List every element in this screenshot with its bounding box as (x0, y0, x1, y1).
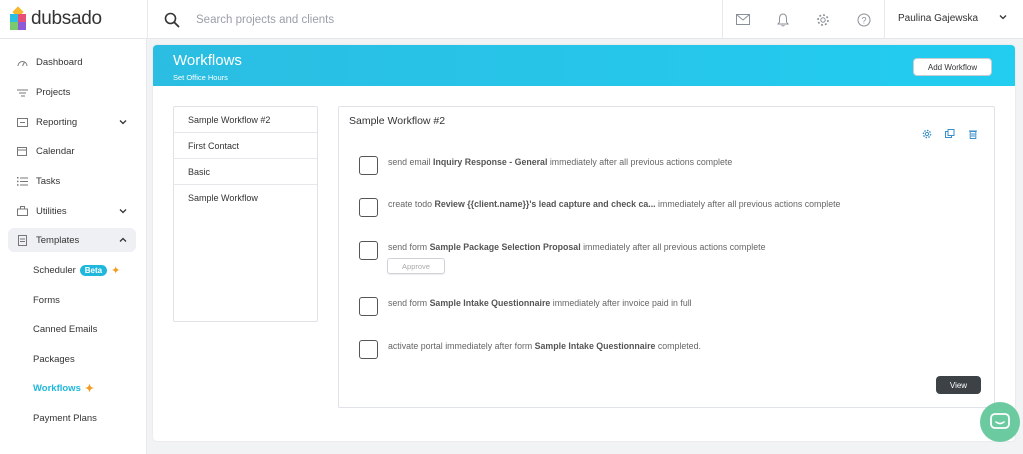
action-checkbox[interactable] (359, 241, 378, 260)
action-checkbox[interactable] (359, 297, 378, 316)
sidebar-subitem-label: Workflows (33, 382, 81, 394)
chevron-up-icon (119, 237, 127, 242)
utilities-icon (16, 205, 28, 217)
logo[interactable]: dubsado (10, 6, 102, 31)
sidebar-item-projects[interactable]: Projects (8, 80, 136, 104)
chevron-down-icon (119, 120, 127, 125)
page-title: Workflows (173, 52, 242, 69)
search-icon (164, 12, 180, 27)
sidebar-subitem-canned-emails[interactable]: Canned Emails (33, 321, 97, 337)
sidebar: Dashboard Projects Reporting Calendar Ta… (0, 39, 147, 454)
search-bar[interactable]: Search projects and clients (147, 0, 722, 39)
sparkle-icon: ✦ (111, 264, 121, 277)
reporting-icon (16, 116, 28, 128)
search-input[interactable]: Search projects and clients (196, 14, 334, 26)
workflow-list-item[interactable]: First Contact (174, 133, 317, 159)
action-text: send form Sample Intake Questionnaire im… (388, 298, 692, 308)
dashboard-icon (16, 56, 28, 68)
sidebar-item-label: Utilities (36, 205, 67, 217)
workflow-list-item[interactable]: Basic (174, 159, 317, 185)
duplicate-icon[interactable] (945, 129, 955, 139)
sidebar-item-label: Calendar (36, 145, 75, 157)
trash-icon[interactable] (968, 129, 978, 139)
view-button[interactable]: View (936, 376, 981, 394)
sidebar-item-label: Reporting (36, 116, 78, 128)
top-bar: dubsado Search projects and clients ? Pa… (0, 0, 1023, 39)
page-header-banner: Workflows Set Office Hours Add Workflow (153, 45, 1015, 86)
sidebar-subitem-forms[interactable]: Forms (33, 292, 60, 308)
sidebar-subitem-workflows[interactable]: Workflows ✦ (33, 380, 94, 396)
help-icon[interactable]: ? (844, 0, 884, 39)
bell-icon[interactable] (763, 0, 803, 39)
main-panel: Workflows Set Office Hours Add Workflow … (153, 45, 1015, 441)
tasks-icon (16, 175, 28, 187)
workflow-detail: Sample Workflow #2 send email Inquiry Re… (338, 106, 995, 408)
logo-mark-icon (10, 6, 26, 30)
action-checkbox[interactable] (359, 340, 378, 359)
workflow-list-item[interactable]: Sample Workflow (174, 185, 317, 211)
sidebar-item-tasks[interactable]: Tasks (8, 169, 136, 193)
user-name[interactable]: Paulina Gajewska (898, 13, 978, 24)
sidebar-item-reporting[interactable]: Reporting (8, 110, 136, 134)
action-text: send email Inquiry Response - General im… (388, 157, 733, 167)
mail-icon[interactable] (723, 0, 763, 39)
action-text: send form Sample Package Selection Propo… (388, 242, 766, 252)
chevron-down-icon (119, 209, 127, 214)
sidebar-subitem-label: Packages (33, 353, 75, 365)
gear-icon[interactable] (803, 0, 843, 39)
sidebar-subitem-label: Forms (33, 294, 60, 306)
gear-icon[interactable] (922, 129, 932, 139)
action-checkbox[interactable] (359, 156, 378, 175)
set-office-hours-link[interactable]: Set Office Hours (173, 73, 228, 82)
sidebar-item-utilities[interactable]: Utilities (8, 199, 136, 223)
sidebar-item-templates[interactable]: Templates (8, 228, 136, 252)
add-workflow-button[interactable]: Add Workflow (913, 58, 992, 76)
sidebar-subitem-label: Scheduler (33, 264, 76, 276)
sidebar-item-label: Tasks (36, 175, 61, 187)
sidebar-item-dashboard[interactable]: Dashboard (8, 50, 136, 74)
workflow-detail-title: Sample Workflow #2 (349, 115, 446, 127)
projects-icon (16, 86, 28, 98)
sidebar-subitem-label: Canned Emails (33, 323, 98, 335)
action-checkbox[interactable] (359, 198, 378, 217)
workflow-list: Sample Workflow #2 First Contact Basic S… (173, 106, 318, 322)
calendar-icon (16, 145, 28, 157)
sidebar-item-label: Templates (36, 234, 80, 246)
chat-icon (990, 413, 1010, 429)
beta-badge: Beta (79, 264, 108, 276)
chat-launcher-button[interactable] (980, 402, 1020, 442)
brand-name: dubsado (31, 8, 102, 29)
action-text: activate portal immediately after form S… (388, 341, 701, 351)
templates-icon (16, 234, 28, 246)
sidebar-item-label: Projects (36, 86, 71, 98)
sidebar-subitem-payment-plans[interactable]: Payment Plans (33, 410, 97, 426)
action-text: create todo Review {{client.name}}'s lea… (388, 199, 841, 209)
sparkle-icon: ✦ (84, 382, 95, 395)
approve-button[interactable]: Approve (387, 258, 445, 274)
workflow-list-item[interactable]: Sample Workflow #2 (174, 107, 317, 133)
chevron-down-icon[interactable] (997, 11, 1009, 23)
sidebar-subitem-packages[interactable]: Packages (33, 351, 75, 367)
svg-text:?: ? (861, 15, 866, 25)
sidebar-item-calendar[interactable]: Calendar (8, 139, 136, 163)
sidebar-item-label: Dashboard (36, 56, 83, 68)
sidebar-subitem-label: Payment Plans (33, 412, 97, 424)
sidebar-subitem-scheduler[interactable]: Scheduler Beta ✦ (33, 262, 120, 278)
